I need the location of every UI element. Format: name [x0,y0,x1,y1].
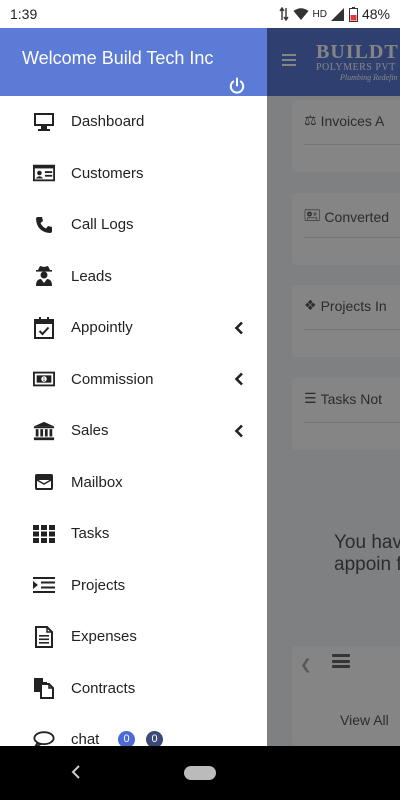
battery-level: 48% [361,6,390,22]
drawer-menu: Dashboard Customers Call Logs Leads Appo… [0,96,267,746]
menu-label: Tasks [71,525,110,543]
menu-label: Expenses [71,628,137,646]
envelope-icon [33,471,55,493]
chevron-left-icon[interactable] [233,321,245,335]
menu-label: Dashboard [71,113,145,131]
menu-label: Call Logs [71,216,134,234]
menu-item-sales[interactable]: Sales [0,405,267,457]
menu-item-chat[interactable]: chat 0 0 [0,714,267,746]
menu-label: Appointly [71,319,133,337]
menu-label: Leads [71,267,112,285]
data-arrows-icon [278,7,289,21]
network-type: HD [312,8,327,20]
menu-item-tasks[interactable]: Tasks [0,508,267,560]
grid-icon [33,523,55,545]
menu-label: Projects [71,576,126,594]
menu-item-expenses[interactable]: Expenses [0,611,267,663]
files-icon [33,677,55,700]
menu-label: Commission [71,370,154,388]
status-time: 1:39 [10,6,38,22]
document-icon [33,625,55,648]
menu-item-appointly[interactable]: Appointly [0,302,267,354]
drawer-header: Welcome Build Tech Inc [0,28,267,96]
chat-bubble-icon [33,729,55,746]
menu-label: Customers [71,164,144,182]
chat-unread-badge: 0 [118,730,135,746]
signal-icon [330,7,344,21]
svg-text:1: 1 [43,377,46,383]
id-card-icon [33,162,55,184]
menu-item-contracts[interactable]: Contracts [0,663,267,715]
menu-item-dashboard[interactable]: Dashboard [0,96,267,148]
menu-label: Mailbox [71,473,123,491]
chevron-left-icon[interactable] [233,372,245,386]
menu-label: chat [71,731,100,746]
menu-item-commission[interactable]: 1 Commission [0,354,267,406]
status-bar: 1:39 HD 48% [0,0,400,28]
battery-icon [348,6,358,22]
drawer-title: Welcome Build Tech Inc [22,48,214,68]
wifi-icon [293,7,309,20]
system-nav-bar [0,746,400,800]
chevron-left-icon[interactable] [233,424,245,438]
menu-item-call-logs[interactable]: Call Logs [0,199,267,251]
phone-icon [33,214,55,236]
chat-count-badge: 0 [146,730,163,746]
menu-item-mailbox[interactable]: Mailbox [0,457,267,509]
menu-item-leads[interactable]: Leads [0,251,267,303]
bank-icon [33,420,55,442]
navigation-drawer: Welcome Build Tech Inc Dashboard Custome… [0,28,267,746]
indent-list-icon [33,574,55,596]
user-secret-icon [33,265,55,287]
money-bill-icon: 1 [33,368,55,390]
monitor-icon [33,111,55,133]
home-pill-button[interactable] [184,766,216,780]
menu-item-projects[interactable]: Projects [0,560,267,612]
back-icon[interactable] [70,764,82,780]
calendar-check-icon [33,316,55,339]
power-icon[interactable] [228,77,246,95]
menu-label: Contracts [71,679,136,697]
menu-item-customers[interactable]: Customers [0,148,267,200]
menu-label: Sales [71,422,109,440]
